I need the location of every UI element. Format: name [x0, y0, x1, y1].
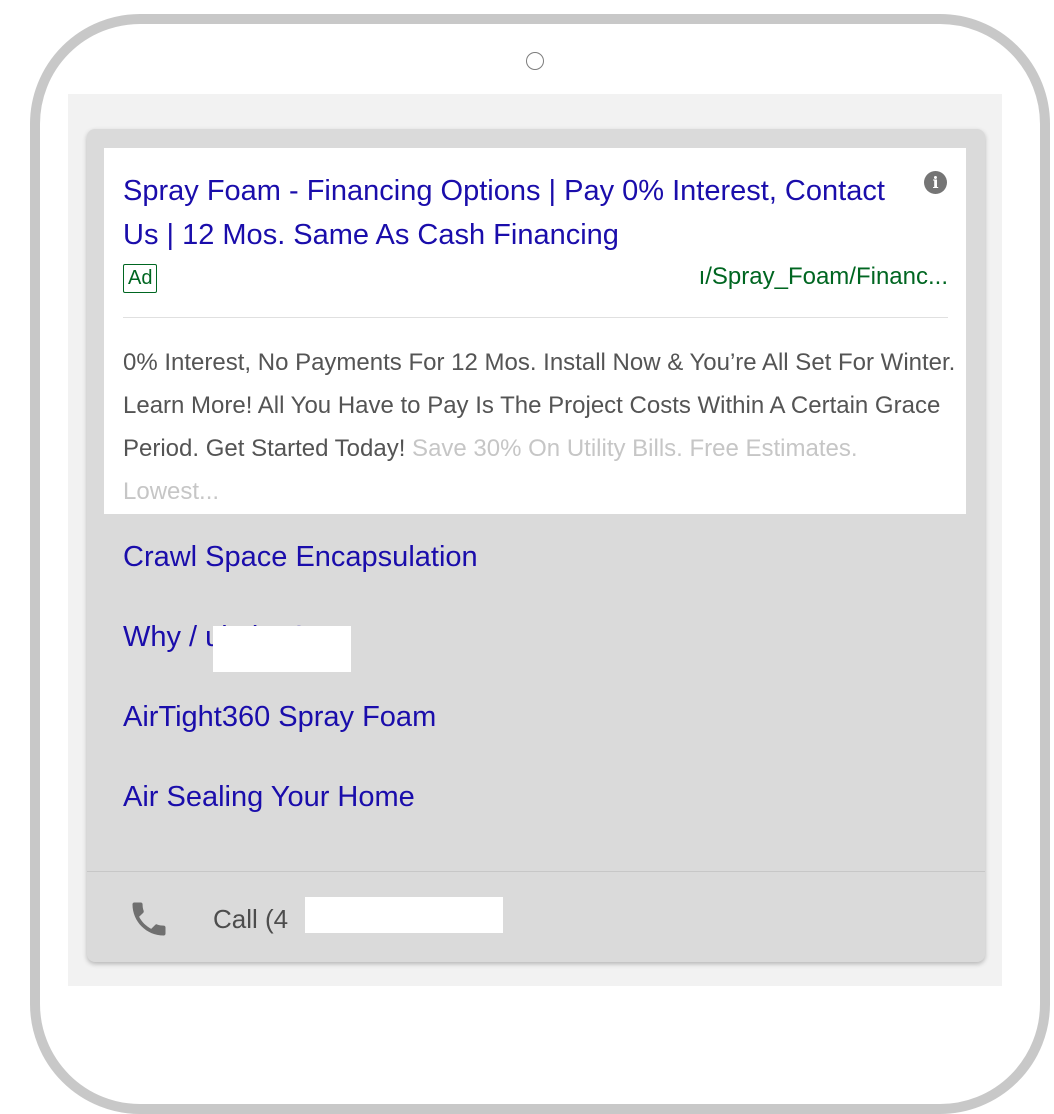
display-url: ı/Spray_Foam/Financ... [698, 263, 948, 290]
ad-description: 0% Interest, No Payments For 12 Mos. Ins… [123, 341, 958, 513]
search-ad-card: Spray Foam - Financing Options | Pay 0% … [87, 129, 985, 962]
phone-icon[interactable] [127, 897, 171, 941]
sitelinks-list: Crawl Space Encapsulation Why / ulation?… [123, 537, 478, 857]
sitelink-air-sealing-your-home[interactable]: Air Sealing Your Home [123, 777, 478, 817]
sitelink-crawl-space-encapsulation[interactable]: Crawl Space Encapsulation [123, 537, 478, 577]
ad-divider [123, 317, 948, 318]
call-divider [87, 871, 985, 872]
ad-headline-link[interactable]: Spray Foam - Financing Options | Pay 0% … [123, 169, 923, 257]
info-icon[interactable]: i [924, 171, 947, 194]
call-button[interactable]: Call (4 [213, 901, 288, 937]
sitelink-airtight360-spray-foam[interactable]: AirTight360 Spray Foam [123, 697, 478, 737]
ad-badge: Ad [123, 264, 158, 293]
redaction-box-phone [305, 897, 503, 933]
ad-main-block: Spray Foam - Financing Options | Pay 0% … [104, 148, 966, 514]
redaction-box-sitelink [213, 626, 351, 672]
phone-earpiece [526, 52, 544, 70]
